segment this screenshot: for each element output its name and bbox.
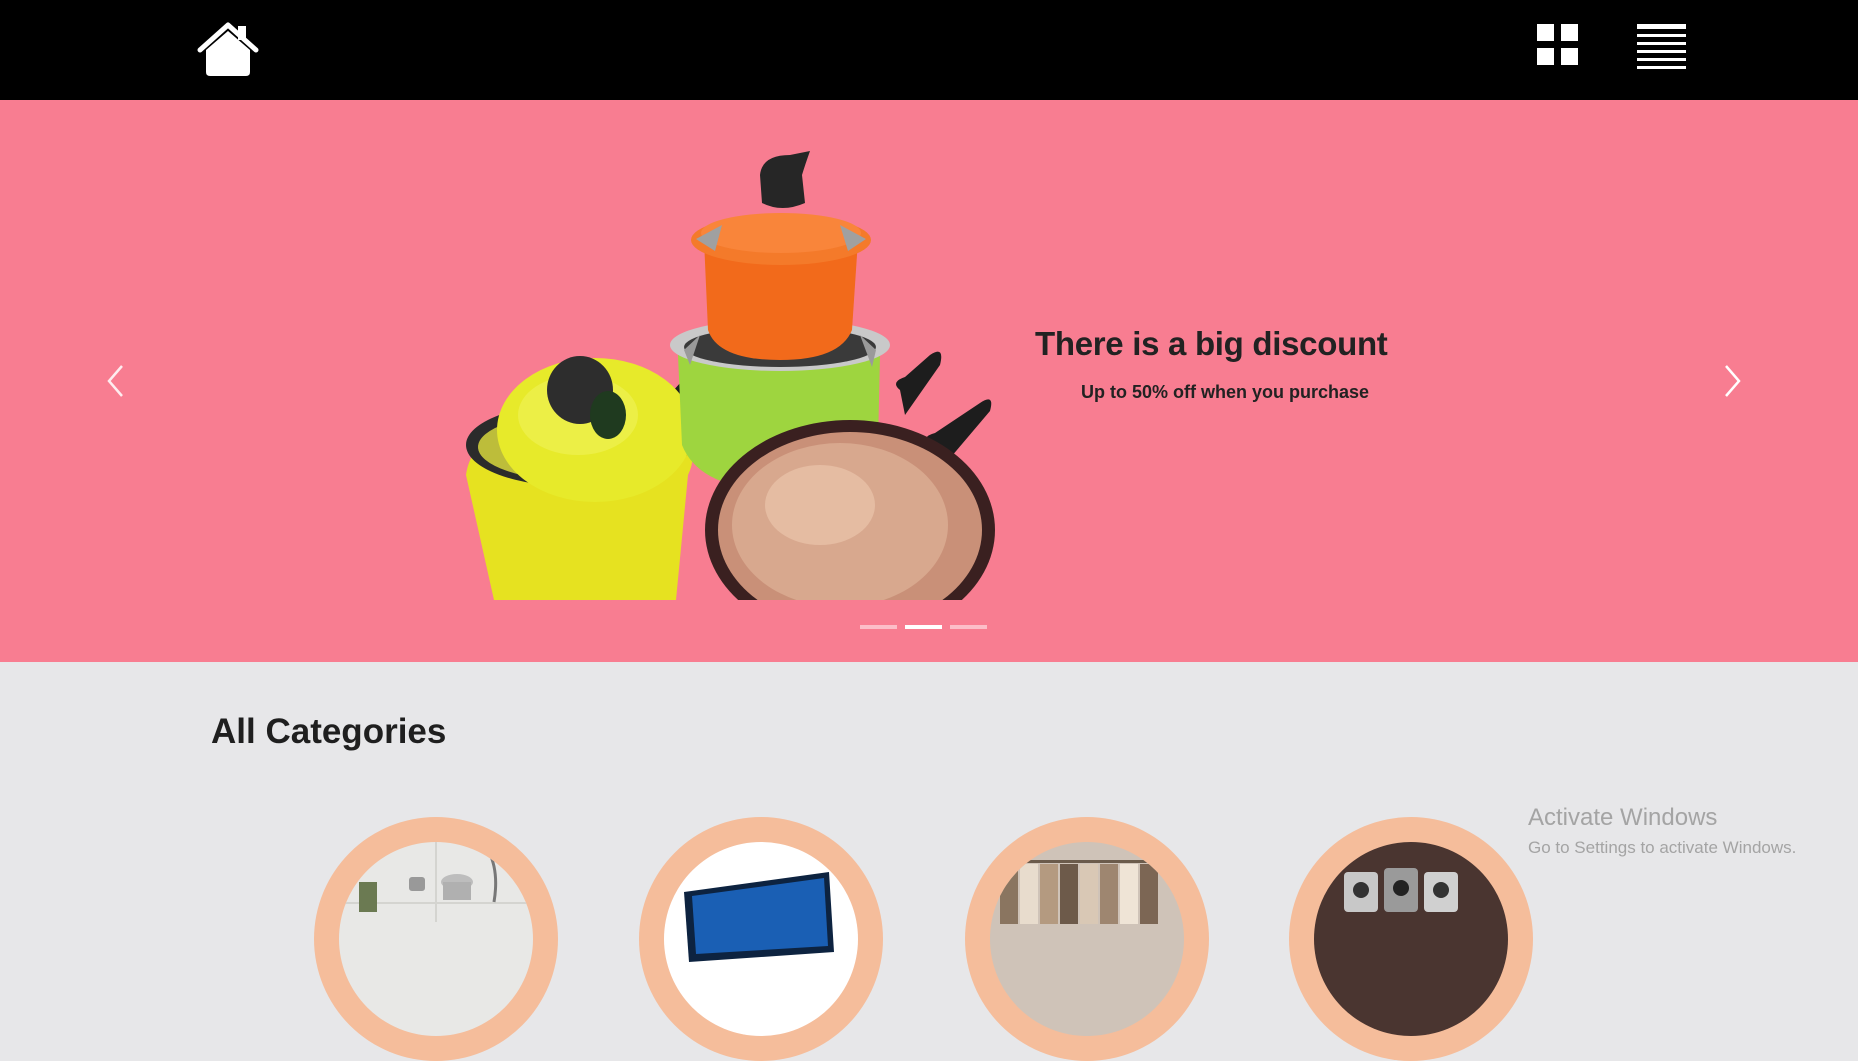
home-icon[interactable] [196, 20, 260, 78]
category-item-clothing[interactable] [965, 817, 1209, 1061]
kitchenware-image [339, 842, 533, 1036]
grid-view-icon[interactable] [1537, 24, 1579, 66]
hero-carousel: There is a big discount Up to 50% off wh… [0, 100, 1858, 662]
chevron-right-icon[interactable] [1716, 358, 1746, 404]
carousel-indicators [860, 625, 987, 629]
cookware-image [460, 145, 1040, 640]
carousel-indicator-2[interactable] [905, 625, 942, 629]
category-item-kitchenware[interactable] [314, 817, 558, 1061]
category-item-electronics[interactable] [639, 817, 883, 1061]
electronics-image [664, 842, 858, 1036]
activate-windows-title: Activate Windows [1528, 804, 1718, 831]
activate-windows-subtitle: Go to Settings to activate Windows. [1528, 838, 1797, 857]
carousel-indicator-1[interactable] [860, 625, 897, 629]
list-view-icon[interactable] [1637, 24, 1686, 69]
hero-subtitle: Up to 50% off when you purchase [1080, 382, 1370, 402]
carousel-indicator-3[interactable] [950, 625, 987, 629]
category-item-appliances[interactable] [1289, 817, 1533, 1061]
chevron-left-icon[interactable] [102, 358, 132, 404]
hero-title: There is a big discount [1035, 325, 1388, 362]
top-navbar [0, 0, 1858, 100]
clothing-image [990, 842, 1184, 1036]
section-title: All Categories [211, 712, 447, 751]
appliances-image [1314, 842, 1508, 1036]
